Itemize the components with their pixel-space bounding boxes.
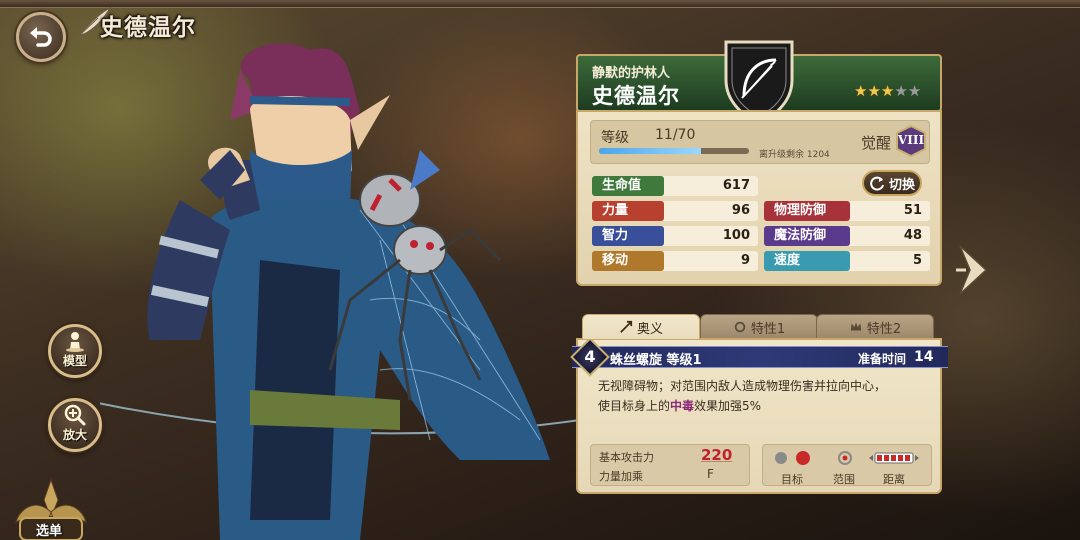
skill-cost: 4 — [584, 347, 596, 366]
model-button[interactable]: 模型 — [48, 324, 102, 378]
tab-trait-1[interactable]: 特性1 — [700, 314, 818, 340]
character-subtitle: 静默的护林人 — [592, 66, 671, 81]
tab-ultimate[interactable]: 奥义 — [582, 314, 700, 340]
desc-line-1: 无视障碍物；对范围内敌人造成物理伤害并拉向中心， — [598, 379, 887, 393]
star-empty-icon: ★ — [894, 82, 908, 100]
stat-label: 速度 — [764, 251, 850, 271]
stat-row-mdef: 魔法防御 48 — [764, 226, 930, 246]
back-button[interactable] — [16, 12, 66, 62]
zoom-in-icon — [64, 404, 86, 425]
target-box: 目标 范围 距离 — [762, 444, 932, 486]
skill-cost-badge: 4 — [570, 337, 610, 377]
skill-header: 4 蛛丝螺旋 等级1 准备时间 14 — [570, 337, 948, 377]
swirl-icon — [734, 321, 746, 333]
tab-label: 特性2 — [866, 321, 902, 337]
attack-box: 基本攻击力 220 力量加乘 F — [590, 444, 750, 486]
base-atk-value: 220 — [701, 446, 733, 464]
skill-name: 蛛丝螺旋 等级1 — [610, 353, 702, 368]
skull-icon — [775, 452, 787, 464]
stat-label: 魔法防御 — [764, 226, 850, 246]
figure-icon — [66, 331, 84, 352]
str-mult-label: 力量加乘 — [599, 470, 643, 483]
stat-row-str: 力量 96 — [592, 201, 758, 221]
target-icons — [775, 451, 919, 465]
desc-text: 效果加强5% — [694, 399, 762, 413]
stat-row-pdef: 物理防御 51 — [764, 201, 930, 221]
switch-label: 切换 — [888, 177, 915, 193]
switch-button[interactable]: 切换 — [862, 170, 922, 196]
top-strip — [0, 0, 1080, 8]
stat-value: 5 — [912, 253, 922, 268]
skill-tabs: 奥义 特性1 特性2 — [576, 314, 942, 340]
target-label: 目标 — [781, 473, 803, 486]
star-rating: ★★★★★ — [854, 82, 921, 100]
range-center-icon — [842, 455, 848, 461]
distance-label: 距离 — [883, 473, 905, 486]
next-character-arrow[interactable] — [954, 240, 994, 300]
prep-time-label: 准备时间 — [858, 352, 907, 366]
awaken-label: 觉醒 — [861, 134, 892, 152]
menu-button[interactable]: 选单 — [6, 478, 96, 540]
stat-row-speed: 速度 5 — [764, 251, 930, 271]
zoom-button[interactable]: 放大 — [48, 398, 102, 452]
level-label: 等级 — [601, 130, 629, 146]
level-progress-fill — [599, 148, 701, 154]
poison-keyword[interactable]: 中毒 — [670, 399, 694, 413]
skill-card: 奥义 特性1 特性2 4 蛛丝螺旋 等级1 准备时间 14 无视障碍物；对范围内… — [570, 314, 948, 494]
star-icon: ★ — [867, 82, 881, 100]
awaken-value: VIII — [897, 133, 925, 147]
star-empty-icon: ★ — [907, 82, 922, 100]
stat-row-hp: 生命值 617 — [592, 176, 758, 196]
demon-icon — [796, 451, 810, 465]
stat-value: 100 — [722, 228, 750, 243]
page-title: 史德温尔 — [100, 15, 196, 41]
range-label: 范围 — [833, 473, 855, 486]
stat-label: 生命值 — [592, 176, 664, 196]
stat-value: 9 — [740, 253, 750, 268]
tab-label: 特性1 — [750, 321, 786, 337]
arrow-icon — [620, 320, 633, 333]
prep-time-value: 14 — [914, 349, 934, 365]
stat-value: 51 — [903, 203, 922, 218]
base-atk-label: 基本攻击力 — [599, 451, 654, 464]
stat-value: 48 — [903, 228, 922, 243]
stat-label: 物理防御 — [764, 201, 850, 221]
info-body: 等级 11/70 离升级剩余 1204 觉醒 VIII 生命值 617 力量 9… — [576, 110, 942, 286]
stat-label: 力量 — [592, 201, 664, 221]
stat-label: 移动 — [592, 251, 664, 271]
stat-row-int: 智力 100 — [592, 226, 758, 246]
zoom-label: 放大 — [62, 427, 87, 442]
tab-label: 奥义 — [636, 321, 663, 337]
str-mult-value: F — [707, 467, 714, 481]
model-label: 模型 — [62, 353, 87, 368]
exp-remaining: 离升级剩余 1204 — [759, 150, 830, 160]
character-portrait — [100, 43, 580, 540]
level-value: 11/70 — [655, 127, 696, 143]
level-progress-bar — [599, 148, 749, 154]
star-icon: ★ — [854, 82, 868, 100]
refresh-icon — [870, 176, 884, 191]
crown-icon — [850, 322, 862, 331]
back-arrow-icon — [30, 27, 52, 47]
character-info-card: 静默的护林人 史德温尔 ★★★★★ 等级 11/70 离升级剩余 1204 觉醒… — [576, 40, 942, 286]
star-icon: ★ — [880, 82, 895, 100]
skill-description: 无视障碍物；对范围内敌人造成物理伤害并拉向中心， 使目标身上的中毒效果加强5% — [598, 376, 928, 416]
awaken-badge[interactable]: VIII — [895, 124, 927, 158]
stat-label: 智力 — [592, 226, 664, 246]
tab-trait-2[interactable]: 特性2 — [816, 314, 934, 340]
level-box: 等级 11/70 离升级剩余 1204 觉醒 VIII — [590, 120, 930, 164]
skill-body: 4 蛛丝螺旋 等级1 准备时间 14 无视障碍物；对范围内敌人造成物理伤害并拉向… — [570, 337, 948, 494]
desc-text: 使目标身上的 — [598, 399, 671, 413]
menu-label: 选单 — [36, 524, 63, 539]
stat-value: 96 — [731, 203, 750, 218]
stat-row-move: 移动 9 — [592, 251, 758, 271]
character-name: 史德温尔 — [592, 84, 680, 108]
stat-value: 617 — [722, 178, 750, 193]
desc-line-2: 使目标身上的中毒效果加强5% — [598, 396, 928, 416]
